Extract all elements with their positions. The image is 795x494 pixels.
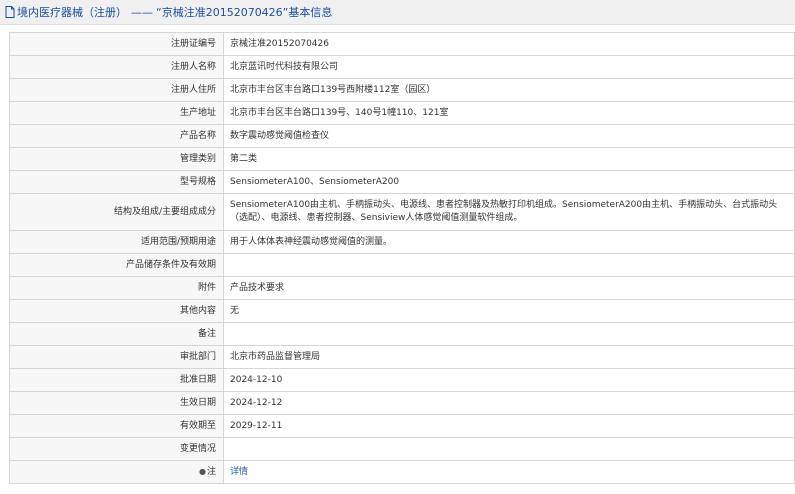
row-value	[223, 322, 795, 346]
row-value: SensiometerA100、SensiometerA200	[223, 170, 795, 194]
table-row: 管理类别 第二类	[9, 147, 795, 171]
title-dash: ——	[131, 6, 153, 19]
row-label: 备注	[9, 322, 224, 346]
note-label-cell: ●注	[9, 460, 224, 484]
row-label: 附件	[9, 276, 224, 300]
table-row: 生效日期 2024-12-12	[9, 391, 795, 415]
row-label: 审批部门	[9, 345, 224, 369]
row-value: 第二类	[223, 147, 795, 171]
row-value: 2029-12-11	[223, 414, 795, 438]
table-row: 注册人住所 北京市丰台区丰台路口139号西附楼112室（园区）	[9, 78, 795, 102]
table-row: 产品名称 数字震动感觉阈值检查仪	[9, 124, 795, 148]
row-value: 京械注准20152070426	[223, 32, 795, 56]
table-row: 备注	[9, 322, 795, 346]
table-row: 注册人名称 北京蓝讯时代科技有限公司	[9, 55, 795, 79]
row-value: SensiometerA100由主机、手柄振动头、电源线、患者控制器及热敏打印机…	[223, 193, 795, 231]
row-label: 其他内容	[9, 299, 224, 323]
table-row: 附件 产品技术要求	[9, 276, 795, 300]
row-value: 2024-12-10	[223, 368, 795, 392]
row-label: 型号规格	[9, 170, 224, 194]
table-row: 型号规格 SensiometerA100、SensiometerA200	[9, 170, 795, 194]
row-value: 产品技术要求	[223, 276, 795, 300]
row-label: 结构及组成/主要组成成分	[9, 193, 224, 231]
page-header: 境内医疗器械（注册） —— “京械注准20152070426”基本信息	[0, 0, 795, 25]
row-label: 注册证编号	[9, 32, 224, 56]
table-row: 其他内容无	[9, 299, 795, 323]
row-value: 北京市药品监督管理局	[223, 345, 795, 369]
table-row: 产品储存条件及有效期	[9, 253, 795, 277]
row-label: 适用范围/预期用途	[9, 230, 224, 254]
row-value: 北京蓝讯时代科技有限公司	[223, 55, 795, 79]
document-icon	[5, 6, 15, 18]
table-row: 审批部门 北京市药品监督管理局	[9, 345, 795, 369]
row-value: 无	[223, 299, 795, 323]
row-value: 2024-12-12	[223, 391, 795, 415]
info-table: 注册证编号 京械注准20152070426 注册人名称 北京蓝讯时代科技有限公司 注…	[9, 32, 795, 484]
table-row: 适用范围/预期用途 用于人体体表神经震动感觉阈值的测量。	[9, 230, 795, 254]
row-label: 管理类别	[9, 147, 224, 171]
row-label: 批准日期	[9, 368, 224, 392]
table-row: 批准日期 2024-12-10	[9, 368, 795, 392]
row-label: 注册人名称	[9, 55, 224, 79]
row-value: 用于人体体表神经震动感觉阈值的测量。	[223, 230, 795, 254]
row-value	[223, 437, 795, 461]
table-row: 变更情况	[9, 437, 795, 461]
table-row: 生产地址 北京市丰台区丰台路口139号、140号1幢110、121室	[9, 101, 795, 125]
title-main: “京械注准20152070426”基本信息	[156, 6, 333, 19]
row-label: 生效日期	[9, 391, 224, 415]
page-title: 境内医疗器械（注册） —— “京械注准20152070426”基本信息	[17, 6, 332, 19]
table-row: 有效期至 2029-12-11	[9, 414, 795, 438]
row-label: 注册人住所	[9, 78, 224, 102]
row-label: 产品储存条件及有效期	[9, 253, 224, 277]
row-label: 生产地址	[9, 101, 224, 125]
row-label: 产品名称	[9, 124, 224, 148]
table-row: 注册证编号 京械注准20152070426	[9, 32, 795, 56]
row-value: 北京市丰台区丰台路口139号西附楼112室（园区）	[223, 78, 795, 102]
pin-icon: ●	[199, 467, 206, 476]
details-link[interactable]: 详情	[230, 467, 248, 477]
row-label: 有效期至	[9, 414, 224, 438]
note-label: 注	[206, 467, 216, 477]
note-value-cell: 详情	[223, 460, 795, 484]
row-value	[223, 253, 795, 277]
title-prefix: 境内医疗器械（注册）	[17, 6, 127, 19]
table-row: 结构及组成/主要组成成分 SensiometerA100由主机、手柄振动头、电源线…	[9, 193, 795, 231]
row-value: 数字震动感觉阈值检查仪	[223, 124, 795, 148]
row-label: 变更情况	[9, 437, 224, 461]
row-value: 北京市丰台区丰台路口139号、140号1幢110、121室	[223, 101, 795, 125]
table-row-note: ●注 详情	[9, 460, 795, 484]
